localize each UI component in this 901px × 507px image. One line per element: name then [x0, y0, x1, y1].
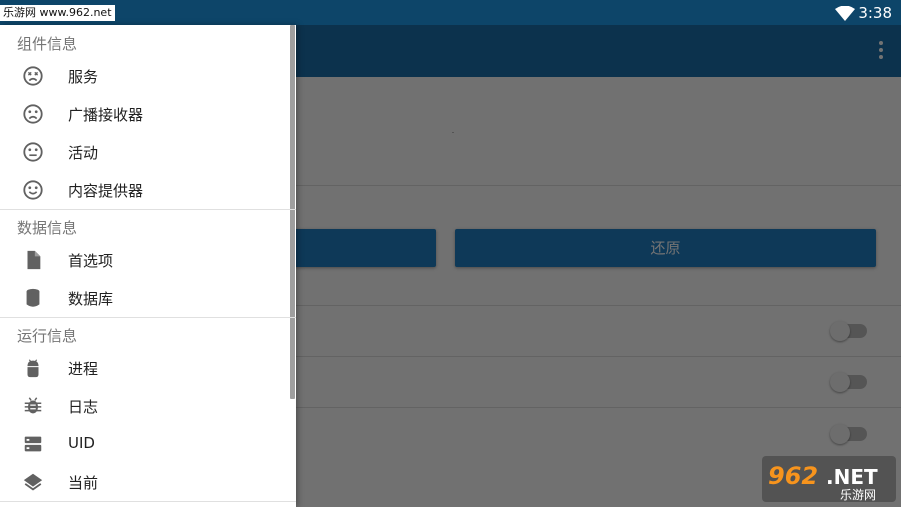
- nav-item-label: 服务: [68, 68, 99, 86]
- watermark-text: 乐游网 www.962.net: [0, 5, 115, 21]
- layers-icon: [23, 473, 43, 491]
- nav-item-preferences[interactable]: 首选项: [0, 241, 290, 279]
- bug-icon: [24, 397, 42, 414]
- nav-item-label: 活动: [68, 144, 99, 162]
- section-header-components: 组件信息: [17, 35, 78, 53]
- status-bar: 3:38: [0, 0, 901, 25]
- watermark-logo: 962 .NET 乐游网: [762, 456, 896, 502]
- section-header-data: 数据信息: [17, 219, 78, 237]
- dizzy-face-icon: [23, 66, 43, 86]
- nav-item-label: 当前: [68, 474, 99, 492]
- drawer-divider: [0, 501, 296, 502]
- drawer-divider: [0, 317, 296, 318]
- nav-item-database[interactable]: 数据库: [0, 279, 290, 317]
- nav-item-logs[interactable]: 日志: [0, 387, 290, 425]
- nav-item-processes[interactable]: 进程: [0, 349, 290, 387]
- nav-item-label: 数据库: [68, 290, 114, 308]
- wifi-icon: [835, 6, 855, 21]
- happy-face-icon: [23, 180, 43, 200]
- navigation-drawer: 组件信息 服务 广播接收器 活动 内容提供器 数据信息 首选项 数据库 运行信息…: [0, 25, 296, 507]
- svg-text:乐游网: 乐游网: [840, 488, 876, 502]
- file-icon: [27, 250, 41, 270]
- nav-item-activities[interactable]: 活动: [0, 133, 290, 171]
- neutral-face-icon: [23, 142, 43, 162]
- svg-text:.NET: .NET: [826, 465, 878, 489]
- nav-item-current[interactable]: 当前: [0, 463, 290, 501]
- sad-face-icon: [23, 104, 43, 124]
- nav-item-label: 进程: [68, 360, 99, 378]
- nav-item-label: UID: [68, 434, 95, 452]
- drawer-divider: [0, 209, 296, 210]
- nav-item-label: 内容提供器: [68, 182, 144, 200]
- database-icon: [26, 288, 40, 307]
- nav-item-broadcast-receivers[interactable]: 广播接收器: [0, 95, 290, 133]
- nav-item-label: 首选项: [68, 252, 114, 270]
- nav-item-services[interactable]: 服务: [0, 57, 290, 95]
- nav-item-label: 广播接收器: [68, 106, 144, 124]
- nav-item-label: 日志: [68, 398, 99, 416]
- android-icon: [27, 359, 39, 378]
- server-icon: [24, 436, 42, 452]
- svg-text:962: 962: [768, 462, 818, 490]
- drawer-scrollbar[interactable]: [290, 25, 295, 399]
- status-time: 3:38: [858, 4, 892, 22]
- nav-item-uid[interactable]: UID: [0, 425, 290, 463]
- nav-item-content-providers[interactable]: 内容提供器: [0, 171, 290, 209]
- section-header-runtime: 运行信息: [17, 327, 78, 345]
